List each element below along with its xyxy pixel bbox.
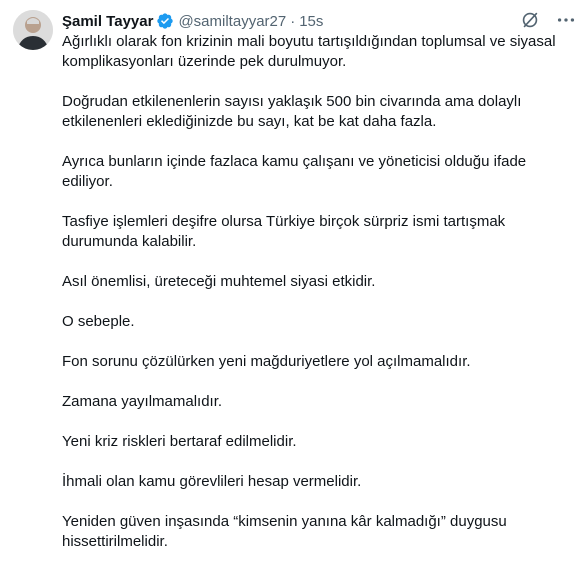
separator-dot: ·	[290, 12, 296, 30]
tweet-paragraph: Ağırlıklı olarak fon krizinin mali boyut…	[62, 33, 560, 70]
more-options-icon[interactable]	[555, 9, 577, 31]
tweet-paragraph: Asıl önemlisi, üreteceği muhtemel siyasi…	[62, 273, 376, 290]
tweet: Şamil Tayyar @samiltayyar27 · 15s Ağırlı…	[0, 0, 587, 550]
tweet-paragraph: İhmali olan kamu görevlileri hesap verme…	[62, 473, 362, 490]
tweet-paragraph: Ayrıca bunların içinde fazlaca kamu çalı…	[62, 153, 531, 190]
author-handle[interactable]: @samiltayyar27	[178, 13, 286, 30]
tweet-actions-top	[519, 9, 577, 31]
author-name[interactable]: Şamil Tayyar	[62, 13, 153, 30]
tweet-timestamp[interactable]: 15s	[299, 13, 323, 30]
verified-badge-icon[interactable]	[156, 12, 174, 30]
tweet-header: Şamil Tayyar @samiltayyar27 · 15s	[62, 10, 323, 32]
tweet-paragraph: Doğrudan etkilenenlerin sayısı yaklaşık …	[62, 93, 526, 130]
grok-icon[interactable]	[519, 9, 541, 31]
avatar[interactable]	[13, 10, 53, 50]
tweet-paragraph: O sebeple.	[62, 313, 135, 330]
tweet-text: Ağırlıklı olarak fon krizinin mali boyut…	[62, 32, 577, 572]
tweet-paragraph: Tasfiye işlemleri deşifre olursa Türkiye…	[62, 213, 510, 250]
tweet-paragraph: Yeniden güven inşasında “kimsenin yanına…	[62, 513, 511, 550]
tweet-paragraph: Fon sorunu çözülürken yeni mağduriyetler…	[62, 353, 471, 370]
tweet-paragraph: Zamana yayılmamalıdır.	[62, 393, 223, 410]
tweet-paragraph: Yeni kriz riskleri bertaraf edilmelidir.	[62, 433, 297, 450]
